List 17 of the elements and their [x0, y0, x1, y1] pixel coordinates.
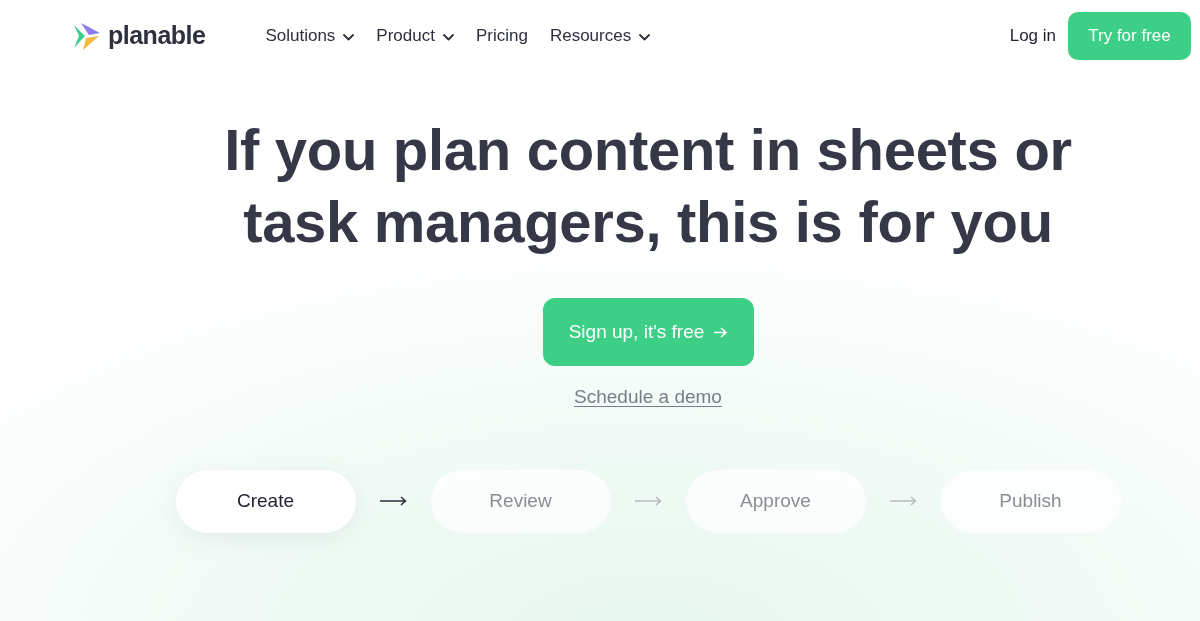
schedule-demo-link[interactable]: Schedule a demo [574, 383, 722, 412]
arrow-right-icon [714, 326, 728, 338]
chevron-down-icon [639, 33, 651, 41]
step-pill[interactable]: Create [175, 469, 356, 533]
chevron-down-icon [343, 33, 355, 41]
hero-heading: If you plan content in sheets or task managers, this is for you [224, 116, 1072, 256]
logo-icon [72, 21, 102, 51]
nav-link[interactable]: Resources [549, 23, 651, 49]
arrow-right-icon [634, 496, 662, 506]
arrow-right-icon [379, 496, 407, 506]
nav-link[interactable]: Pricing [475, 23, 528, 49]
login-link[interactable]: Log in [1007, 23, 1058, 49]
nav-link[interactable]: Product [376, 23, 454, 49]
brand-wordmark[interactable]: planable [108, 17, 206, 55]
chevron-down-icon [442, 33, 454, 41]
nav-link[interactable]: Solutions [265, 23, 355, 49]
arrow-right-icon [889, 496, 917, 506]
